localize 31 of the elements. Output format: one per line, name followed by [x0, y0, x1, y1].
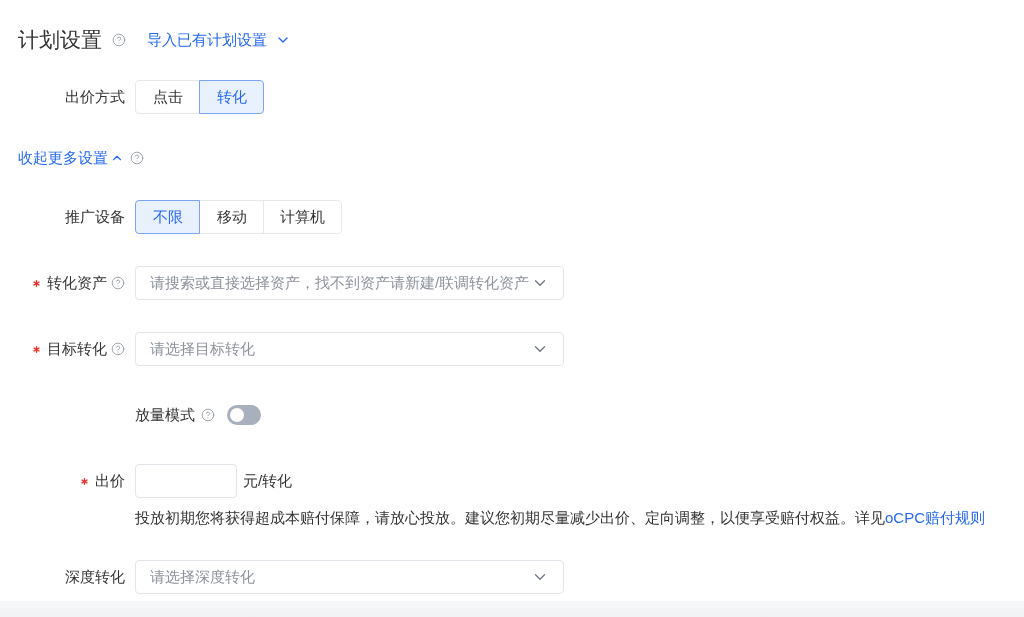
help-icon[interactable] — [111, 276, 125, 290]
help-icon[interactable] — [201, 408, 215, 422]
collapse-settings-link[interactable]: 收起更多设置 — [18, 148, 124, 168]
price-input[interactable] — [135, 464, 237, 498]
rules-link[interactable]: oCPC赔付规则 — [885, 509, 985, 526]
select-field[interactable]: 请选择深度转化 — [135, 560, 564, 594]
select-placeholder: 请选择深度转化 — [150, 567, 255, 587]
select-placeholder: 请搜索或直接选择资产，找不到资产请新建/联调转化资产 — [150, 273, 530, 293]
help-icon[interactable] — [111, 342, 125, 356]
field-label: 目标转化 — [47, 339, 107, 359]
field-label: 深度转化 — [65, 567, 125, 587]
unit-label: 元/转化 — [243, 471, 293, 491]
field-label: 出价 — [95, 471, 125, 491]
select-field[interactable]: 请选择目标转化 — [135, 332, 564, 366]
help-icon[interactable] — [112, 33, 126, 47]
bid-note: 投放初期您将获得超成本赔付保障，请放心投放。建议您初期尽量减少出价、定向调整，以便享受赔付权益。详见oCPC赔付规则 — [135, 508, 985, 528]
field-label: 出价方式 — [65, 87, 125, 107]
option-button[interactable]: 点击 — [135, 80, 200, 114]
option-button[interactable]: 移动 — [199, 200, 264, 234]
import-settings-link[interactable]: 导入已有计划设置 — [147, 30, 291, 50]
toggle-switch[interactable] — [227, 405, 261, 425]
select-placeholder: 请选择目标转化 — [150, 339, 255, 359]
option-button[interactable]: 计算机 — [263, 200, 342, 234]
field-label: 转化资产 — [47, 273, 107, 293]
option-button[interactable]: 不限 — [135, 200, 200, 234]
switch-label: 放量模式 — [135, 405, 195, 425]
page-title: 计划设置 — [18, 27, 102, 53]
select-field[interactable]: 请搜索或直接选择资产，找不到资产请新建/联调转化资产 — [135, 266, 564, 300]
help-icon[interactable] — [130, 151, 144, 165]
option-button[interactable]: 转化 — [199, 80, 264, 114]
field-label: 推广设备 — [65, 207, 125, 227]
